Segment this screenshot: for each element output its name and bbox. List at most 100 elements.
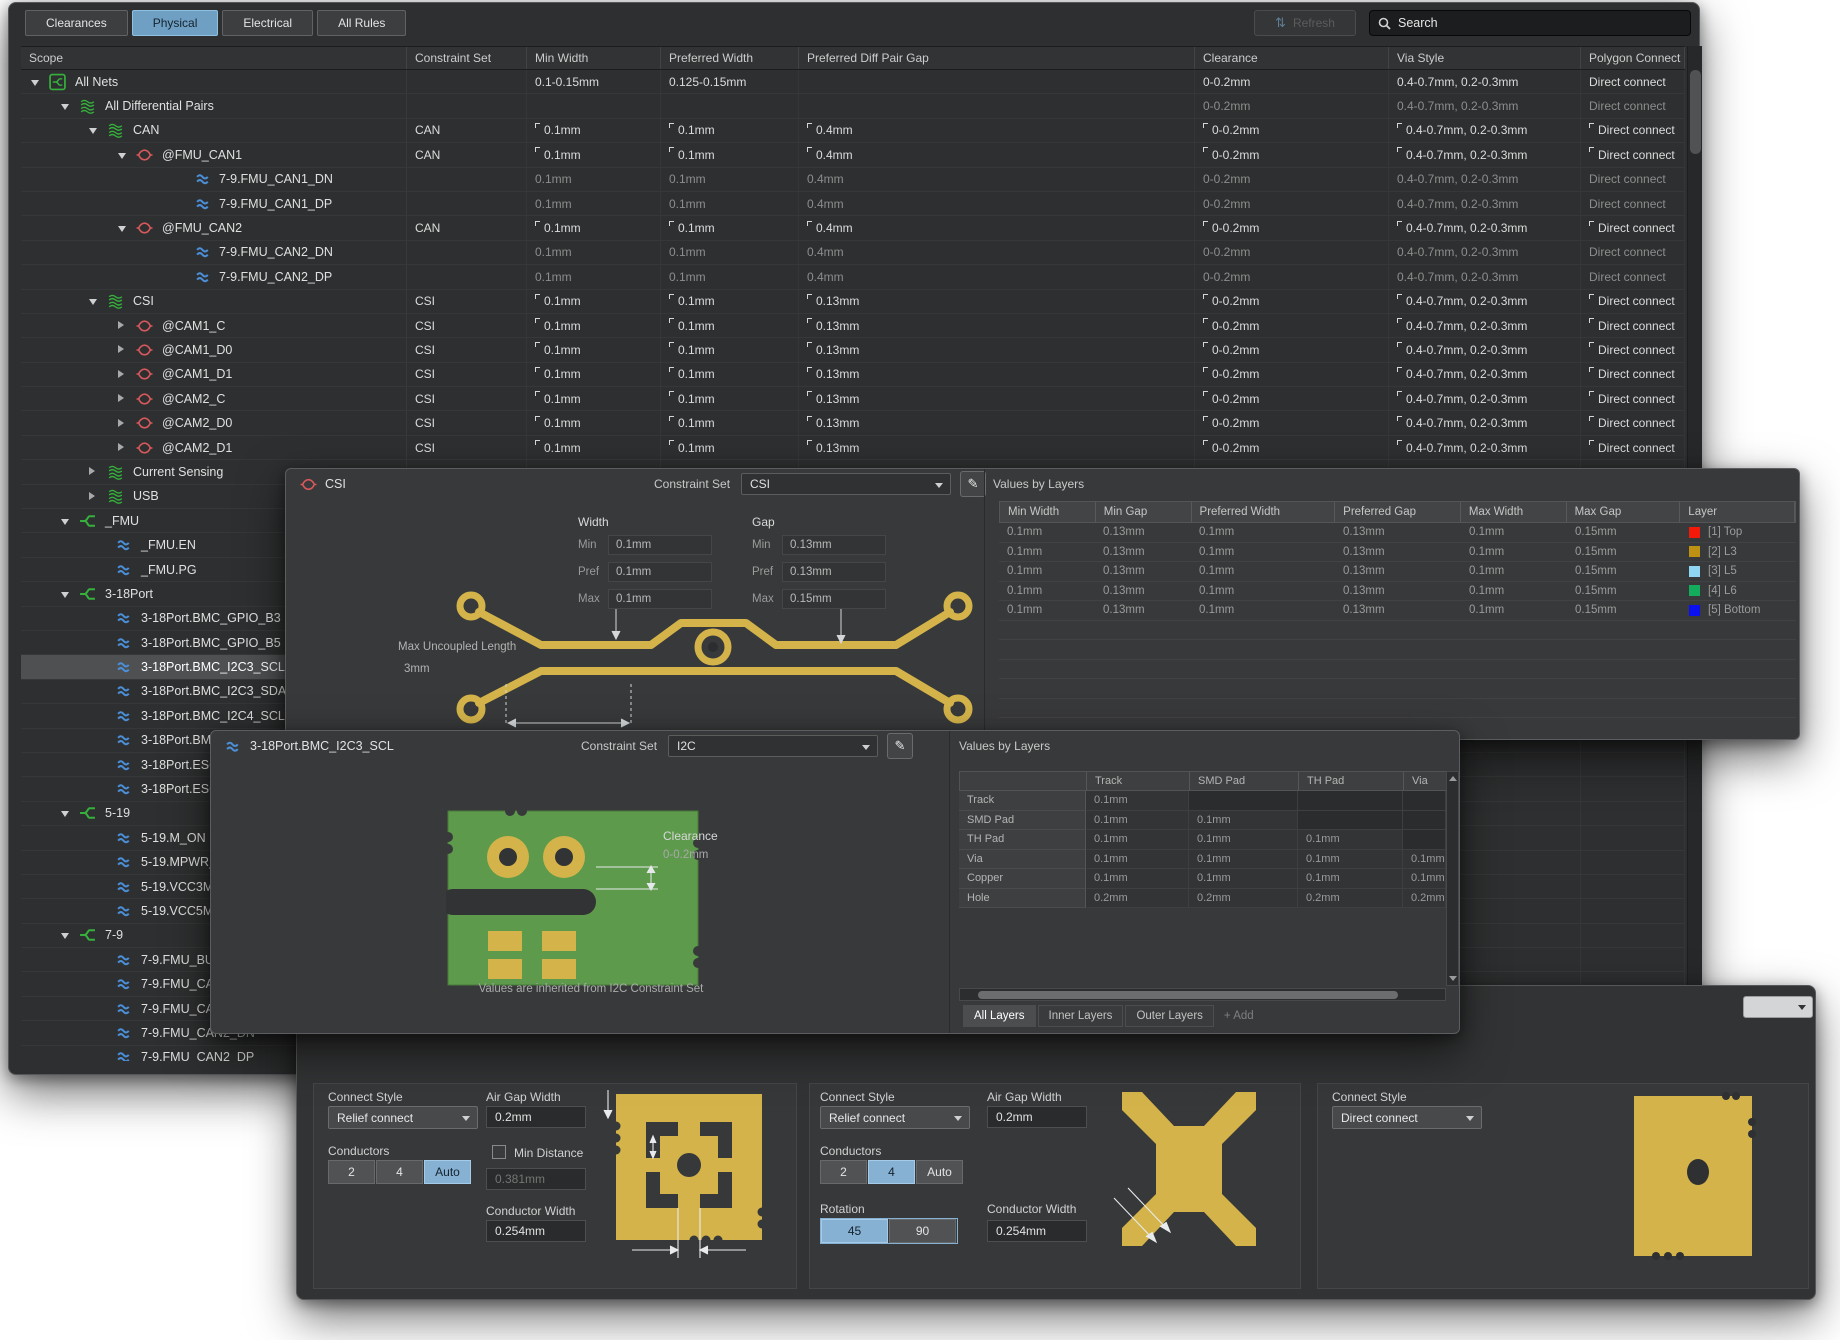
- cell-polygon-connect[interactable]: [1581, 802, 1685, 825]
- partial-dropdown[interactable]: [1743, 996, 1813, 1018]
- column-header[interactable]: Preferred Gap: [1335, 502, 1461, 522]
- scope-cell[interactable]: 7-9.FMU_CAN2_DN: [21, 241, 407, 264]
- cell-polygon-connect[interactable]: Direct connect: [1581, 216, 1685, 239]
- scope-cell[interactable]: @CAM2_C: [21, 387, 407, 410]
- scope-cell[interactable]: 7-9.FMU_CAN1_DN: [21, 168, 407, 191]
- connect-style-dropdown[interactable]: Relief connect: [328, 1106, 478, 1129]
- cell-diff-pair-gap[interactable]: 0.13mm: [799, 290, 1195, 313]
- cell-via-style[interactable]: 0.4-0.7mm, 0.2-0.3mm: [1389, 241, 1581, 264]
- matrix-cell[interactable]: 0.1mm: [1086, 869, 1189, 889]
- column-header[interactable]: Min Gap: [1096, 502, 1192, 522]
- cell-preferred-width[interactable]: 0.1mm: [661, 436, 799, 459]
- cell-constraint-set[interactable]: [407, 168, 527, 191]
- cell-via-style[interactable]: 0.4-0.7mm, 0.2-0.3mm: [1389, 168, 1581, 191]
- collapse-arrow-icon[interactable]: [61, 519, 69, 525]
- cell-min-width[interactable]: 0.1mm: [527, 387, 661, 410]
- tab-physical[interactable]: Physical: [132, 10, 219, 36]
- expand-arrow-icon[interactable]: [89, 492, 95, 500]
- matrix-cell[interactable]: 0.1mm: [1189, 811, 1298, 831]
- matrix-cell[interactable]: [1189, 791, 1298, 811]
- cell-polygon-connect[interactable]: [1581, 924, 1685, 947]
- layer-value-cell[interactable]: 0.13mm: [1335, 582, 1461, 601]
- cell-polygon-connect[interactable]: Direct connect: [1581, 338, 1685, 361]
- expand-arrow-icon[interactable]: [118, 394, 124, 402]
- cell-polygon-connect[interactable]: Direct connect: [1581, 314, 1685, 337]
- matrix-cell[interactable]: 0.1mm: [1298, 830, 1403, 850]
- search-input[interactable]: [1398, 16, 1658, 30]
- tab-all-rules[interactable]: All Rules: [317, 10, 406, 36]
- scope-cell[interactable]: All Differential Pairs: [21, 94, 407, 117]
- cell-preferred-width[interactable]: 0.1mm: [661, 290, 799, 313]
- layer-value-cell[interactable]: 0.1mm: [1461, 523, 1567, 542]
- layer-value-cell[interactable]: 0.1mm: [1191, 562, 1335, 581]
- cell-polygon-connect[interactable]: [1581, 777, 1685, 800]
- cell-polygon-connect[interactable]: [1581, 851, 1685, 874]
- column-header[interactable]: Preferred Width: [1192, 502, 1336, 522]
- cell-clearance[interactable]: 0-0.2mm: [1195, 314, 1389, 337]
- connect-style-dropdown[interactable]: Direct connect: [1332, 1106, 1482, 1129]
- tree-row[interactable]: @FMU_CAN1CAN0.1mm0.1mm0.4mm0-0.2mm0.4-0.…: [21, 143, 1685, 167]
- cell-min-width[interactable]: 0.1mm: [527, 241, 661, 264]
- layer-tab-inner-layers[interactable]: Inner Layers: [1038, 1005, 1124, 1027]
- layer-value-cell[interactable]: 0.13mm: [1095, 562, 1191, 581]
- cell-via-style[interactable]: 0.4-0.7mm, 0.2-0.3mm: [1389, 290, 1581, 313]
- collapse-arrow-icon[interactable]: [61, 811, 69, 817]
- layer-value-cell[interactable]: 0.1mm: [1461, 582, 1567, 601]
- scrollbar-thumb[interactable]: [978, 991, 1398, 999]
- collapse-arrow-icon[interactable]: [118, 153, 126, 159]
- layer-value-cell[interactable]: 0.1mm: [1191, 601, 1335, 620]
- cell-diff-pair-gap[interactable]: 0.13mm: [799, 338, 1195, 361]
- layer-value-cell[interactable]: 0.1mm: [999, 523, 1095, 542]
- refresh-button[interactable]: ⇅ Refresh: [1254, 10, 1356, 36]
- cell-diff-pair-gap[interactable]: 0.13mm: [799, 363, 1195, 386]
- edit-constraint-set-button[interactable]: ✎: [887, 733, 913, 759]
- cell-min-width[interactable]: 0.1mm: [527, 436, 661, 459]
- cell-via-style[interactable]: 0.4-0.7mm, 0.2-0.3mm: [1389, 436, 1581, 459]
- matrix-cell[interactable]: 0.1mm: [1189, 830, 1298, 850]
- layer-name-cell[interactable]: [4] L6: [1681, 582, 1796, 601]
- cell-constraint-set[interactable]: CSI: [407, 411, 527, 434]
- cell-via-style[interactable]: 0.4-0.7mm, 0.2-0.3mm: [1389, 411, 1581, 434]
- matrix-cell[interactable]: 0.2mm: [1189, 889, 1298, 909]
- layer-value-cell[interactable]: 0.1mm: [999, 562, 1095, 581]
- matrix-cell[interactable]: [1298, 811, 1403, 831]
- tree-row[interactable]: 7-9.FMU_CAN1_DN0.1mm0.1mm0.4mm0-0.2mm0.4…: [21, 168, 1685, 192]
- cell-preferred-width[interactable]: 0.1mm: [661, 338, 799, 361]
- layer-value-cell[interactable]: 0.15mm: [1567, 562, 1681, 581]
- scope-cell[interactable]: @CAM1_D0: [21, 338, 407, 361]
- cell-polygon-connect[interactable]: Direct connect: [1581, 436, 1685, 459]
- column-header[interactable]: Clearance: [1195, 47, 1389, 69]
- width-min-field[interactable]: 0.1mm: [608, 535, 712, 555]
- matrix-cell[interactable]: 0.1mm: [1086, 811, 1189, 831]
- cell-preferred-width[interactable]: 0.1mm: [661, 119, 799, 142]
- cell-clearance[interactable]: 0-0.2mm: [1195, 216, 1389, 239]
- layer-value-cell[interactable]: 0.13mm: [1095, 543, 1191, 562]
- scope-cell[interactable]: @FMU_CAN1: [21, 143, 407, 166]
- collapse-arrow-icon[interactable]: [61, 592, 69, 598]
- scope-cell[interactable]: CAN: [21, 119, 407, 142]
- cell-diff-pair-gap[interactable]: 0.4mm: [799, 119, 1195, 142]
- layer-name-cell[interactable]: [1] Top: [1681, 523, 1796, 542]
- segment-option-2[interactable]: 2: [328, 1160, 375, 1184]
- scope-cell[interactable]: @CAM1_C: [21, 314, 407, 337]
- column-header[interactable]: Min Width: [1000, 502, 1096, 522]
- column-header[interactable]: Via Style: [1389, 47, 1581, 69]
- cell-diff-pair-gap[interactable]: [799, 94, 1195, 117]
- cell-polygon-connect[interactable]: Direct connect: [1581, 290, 1685, 313]
- column-header[interactable]: Preferred Width: [661, 47, 799, 69]
- cell-clearance[interactable]: 0-0.2mm: [1195, 436, 1389, 459]
- cell-clearance[interactable]: 0-0.2mm: [1195, 290, 1389, 313]
- layer-value-cell[interactable]: 0.1mm: [1191, 523, 1335, 542]
- cell-polygon-connect[interactable]: Direct connect: [1581, 168, 1685, 191]
- cell-constraint-set[interactable]: CAN: [407, 216, 527, 239]
- cell-preferred-width[interactable]: 0.1mm: [661, 314, 799, 337]
- cell-diff-pair-gap[interactable]: 0.4mm: [799, 216, 1195, 239]
- cell-via-style[interactable]: 0.4-0.7mm, 0.2-0.3mm: [1389, 216, 1581, 239]
- gap-pref-field[interactable]: 0.13mm: [782, 562, 886, 582]
- column-header[interactable]: Via: [1404, 772, 1447, 790]
- tree-row[interactable]: @CAM2_CCSI0.1mm0.1mm0.13mm0-0.2mm0.4-0.7…: [21, 387, 1685, 411]
- tree-row[interactable]: All Nets0.1-0.15mm0.125-0.15mm0-0.2mm0.4…: [21, 70, 1685, 94]
- air-gap-width-field[interactable]: 0.2mm: [486, 1106, 586, 1128]
- scroll-up-icon[interactable]: [1449, 776, 1457, 781]
- segment-option-4[interactable]: 4: [868, 1160, 915, 1184]
